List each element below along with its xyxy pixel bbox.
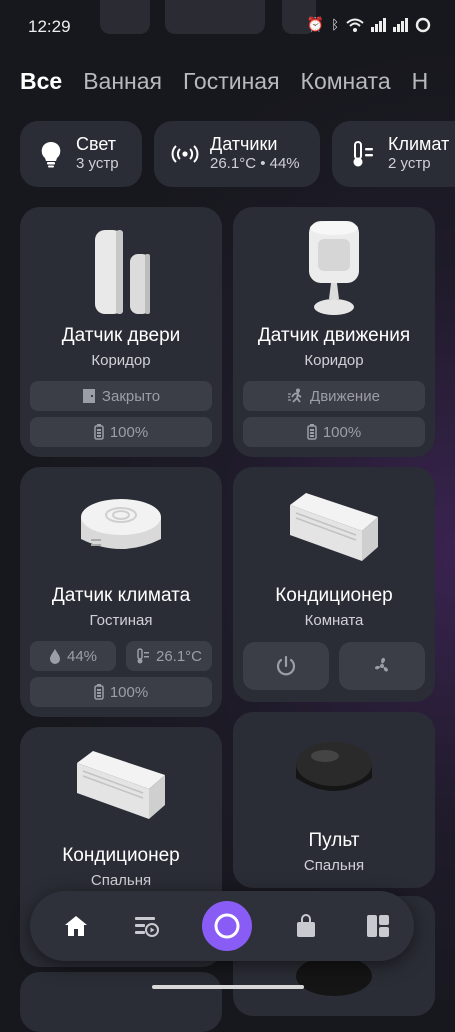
bottom-navigation	[30, 891, 414, 961]
chip-light[interactable]: Свет 3 устр	[20, 121, 142, 187]
battery-ring-icon	[415, 17, 431, 32]
device-card-door-sensor[interactable]: Датчик двери Коридор Закрыто 100%	[20, 207, 222, 457]
tab-living-room[interactable]: Гостиная	[183, 68, 280, 95]
humidity-value: 44%	[66, 647, 98, 665]
thermometer-icon	[137, 648, 149, 664]
tab-bathroom[interactable]: Ванная	[83, 68, 162, 95]
temperature-value: 26.1°C	[155, 647, 203, 665]
wifi-icon	[346, 18, 364, 32]
chip-sensors-subtitle: 26.1°C • 44%	[210, 155, 300, 172]
power-button[interactable]	[243, 642, 329, 690]
status-icons: ⏰ ᛒ	[307, 16, 431, 33]
home-icon[interactable]	[56, 906, 96, 946]
device-room: Коридор	[91, 352, 151, 369]
device-room: Спальня	[90, 872, 152, 889]
chip-climate[interactable]: Климат 2 устр	[332, 121, 455, 187]
chip-sensors[interactable]: Датчики 26.1°C • 44%	[154, 121, 320, 187]
door-state: Закрыто	[101, 387, 161, 405]
climate-sensor-image	[81, 499, 161, 549]
device-card-remote[interactable]: Пульт Спальня	[233, 712, 435, 888]
dashboard-icon[interactable]	[358, 906, 398, 946]
device-card-climate-sensor[interactable]: Датчик климата Гостиная 44% 26.1°C 100%	[20, 467, 222, 717]
door-closed-icon	[82, 389, 95, 403]
running-person-icon	[288, 388, 302, 403]
device-name: Кондиционер	[275, 585, 393, 606]
battery-icon	[307, 424, 317, 440]
power-icon	[276, 655, 296, 676]
signal-icon	[393, 17, 408, 32]
alice-icon[interactable]	[202, 901, 252, 951]
door-sensor-image	[95, 230, 150, 314]
fan-icon	[374, 657, 388, 672]
state-pill: Движение	[243, 381, 425, 411]
device-room: Коридор	[304, 352, 364, 369]
device-card-ac-room[interactable]: Кондиционер Комната	[233, 467, 435, 702]
tab-room[interactable]: Комната	[301, 68, 391, 95]
motion-sensor-image	[309, 221, 359, 315]
device-name: Пульт	[308, 830, 360, 851]
shop-icon[interactable]	[286, 906, 326, 946]
chip-sensors-title: Датчики	[210, 134, 278, 154]
device-name: Кондиционер	[62, 845, 180, 866]
sensor-waves-icon	[170, 139, 200, 169]
device-room: Гостиная	[89, 612, 153, 629]
bulb-icon	[36, 139, 66, 169]
battery-icon	[94, 424, 104, 440]
ac-image	[290, 493, 378, 561]
chip-light-subtitle: 3 устр	[76, 155, 119, 172]
recent-thumbnail	[100, 0, 150, 34]
device-room: Комната	[304, 612, 364, 629]
chip-climate-title: Климат	[388, 134, 450, 154]
battery-icon	[94, 684, 104, 700]
ac-image	[77, 751, 165, 819]
home-indicator	[152, 985, 304, 989]
humidity-pill: 44%	[30, 641, 116, 671]
device-name: Датчик двери	[61, 325, 181, 346]
recent-thumbnail	[165, 0, 265, 34]
chip-light-title: Свет	[76, 134, 117, 154]
status-bar: 12:29 ⏰ ᛒ	[0, 0, 455, 52]
thermometer-icon	[348, 139, 378, 169]
remote-image	[296, 742, 372, 791]
room-tabs: Все Ванная Гостиная Комната Н	[20, 68, 428, 95]
signal-icon	[371, 17, 386, 32]
chip-climate-subtitle: 2 устр	[388, 155, 431, 172]
tab-all[interactable]: Все	[20, 68, 62, 95]
battery-level: 100%	[109, 683, 149, 701]
battery-pill: 100%	[30, 677, 212, 707]
device-card-motion-sensor[interactable]: Датчик движения Коридор Движение 100%	[233, 207, 435, 457]
battery-level: 100%	[109, 423, 149, 441]
fan-mode-button[interactable]	[339, 642, 425, 690]
battery-pill: 100%	[30, 417, 212, 447]
state-pill: Закрыто	[30, 381, 212, 411]
droplet-icon	[49, 649, 60, 664]
bluetooth-icon: ᛒ	[331, 17, 339, 32]
battery-level: 100%	[322, 423, 362, 441]
device-name: Датчик движения	[257, 325, 411, 346]
device-name: Датчик климата	[51, 585, 191, 606]
alarm-icon: ⏰	[306, 16, 325, 32]
scenarios-icon[interactable]	[127, 906, 167, 946]
motion-state: Движение	[310, 387, 380, 405]
battery-pill: 100%	[243, 417, 425, 447]
tab-next[interactable]: Н	[412, 68, 429, 95]
device-room: Спальня	[303, 857, 365, 874]
category-chips: Свет 3 устр Датчики 26.1°C • 44% Климат …	[20, 121, 455, 187]
status-time: 12:29	[28, 17, 71, 36]
device-card-partial[interactable]	[20, 972, 222, 1032]
temperature-pill: 26.1°C	[126, 641, 212, 671]
